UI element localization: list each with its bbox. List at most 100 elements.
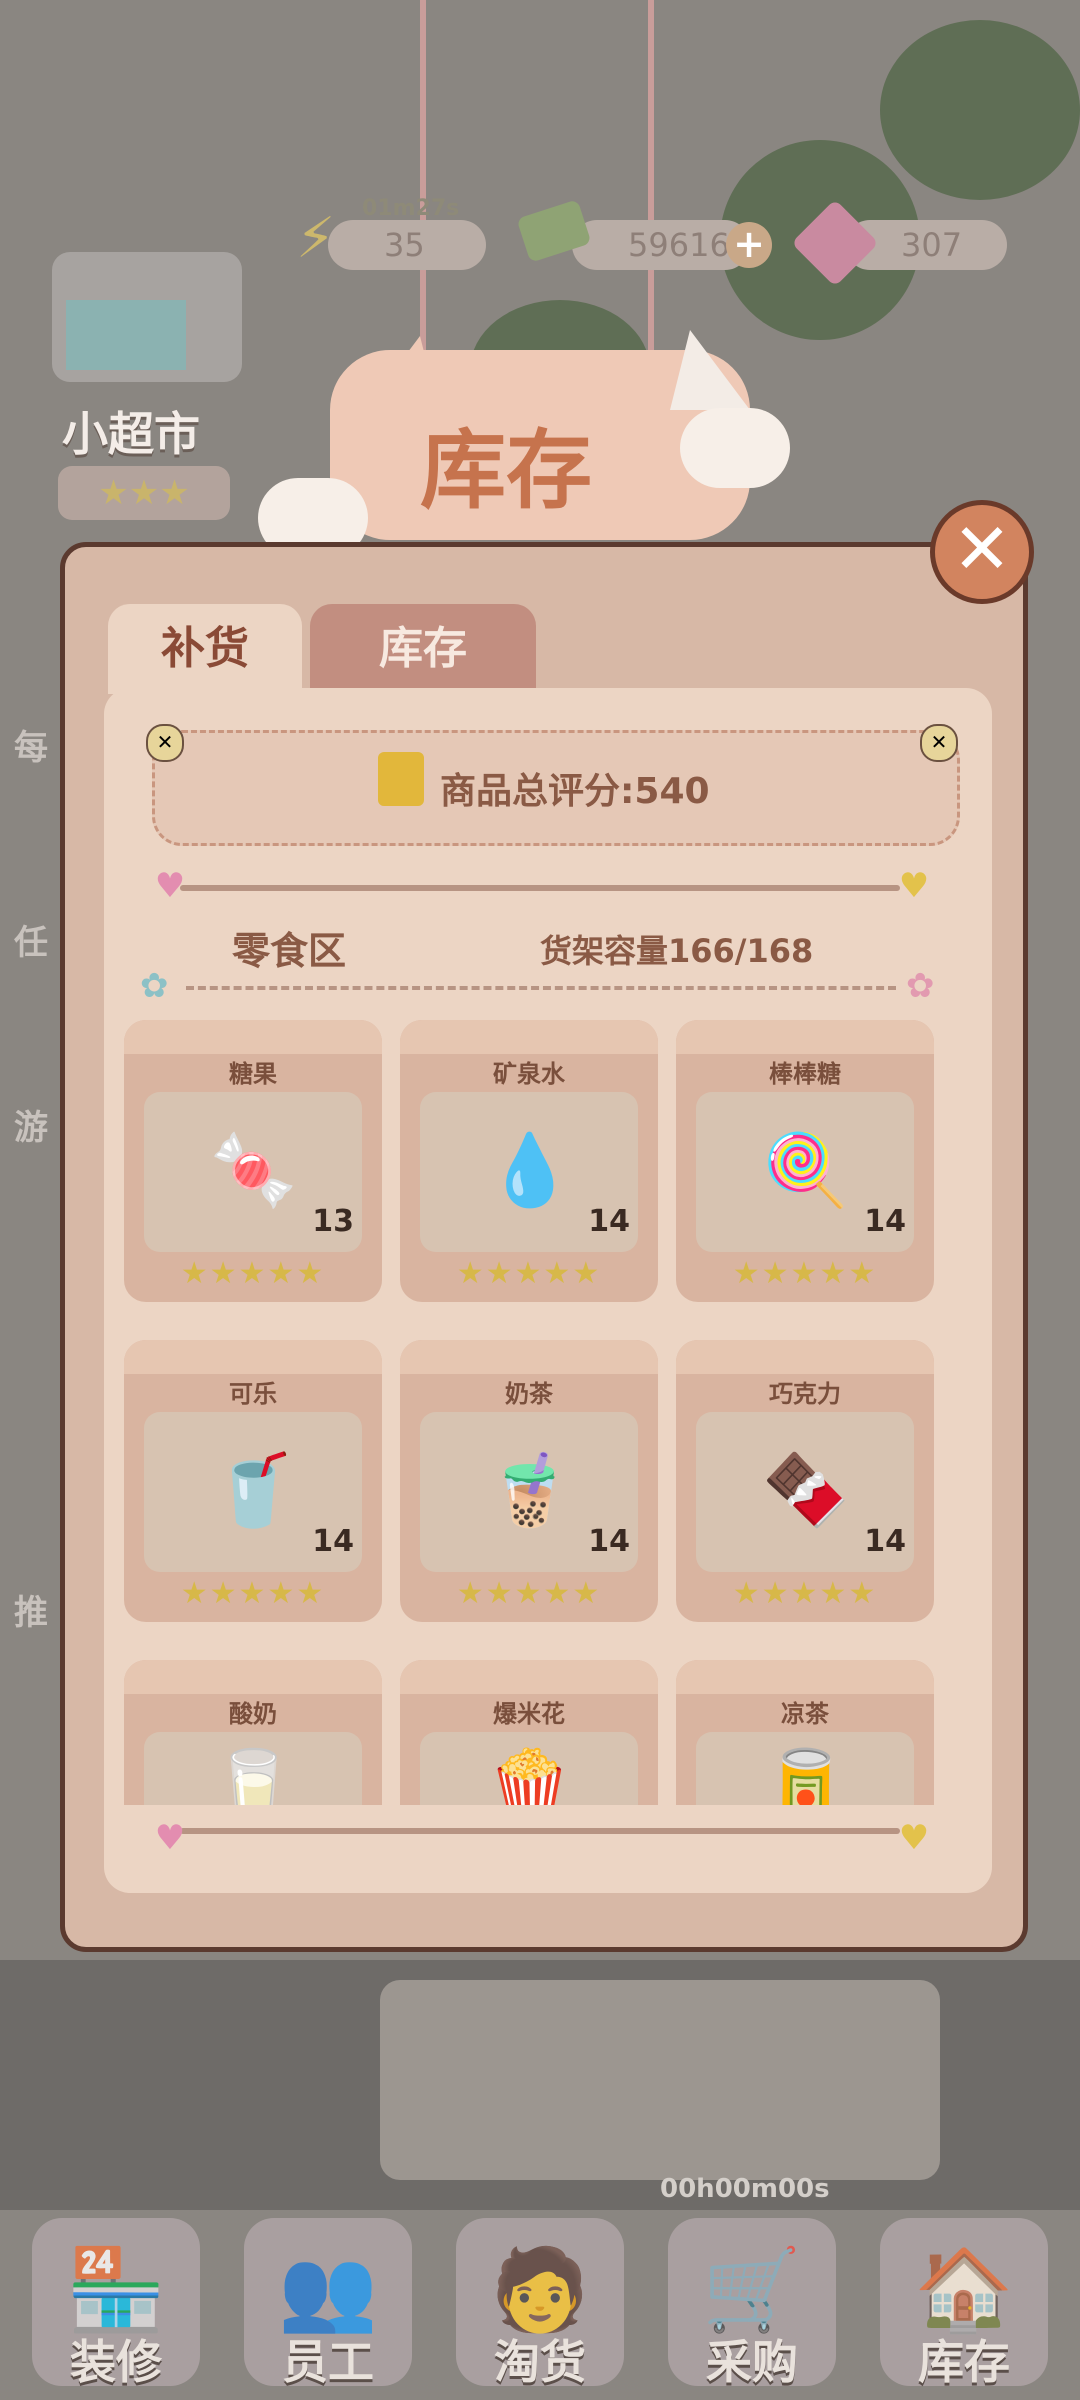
- card-awning: [400, 1340, 658, 1374]
- heart-icon: ♥: [898, 1818, 930, 1858]
- zone-name: 零食区: [232, 929, 347, 973]
- shopping-cart-icon: 🛒: [702, 2243, 802, 2336]
- energy-timer: 01m27s: [362, 196, 460, 221]
- nav-label: 装修: [70, 2335, 162, 2389]
- pin-icon: ✕: [920, 724, 958, 762]
- pin-icon: ✕: [146, 724, 184, 762]
- card-awning: [676, 1340, 934, 1374]
- card-awning: [124, 1340, 382, 1374]
- candy-icon: 🍬: [210, 1129, 298, 1211]
- item-stars: ★★★★★: [732, 1256, 878, 1291]
- item-name: 可乐: [229, 1380, 277, 1408]
- sourcing-icon: 🧑: [490, 2243, 590, 2336]
- item-count: 13: [312, 1204, 354, 1239]
- gems-value: 307: [901, 226, 963, 264]
- purchase-timer: 00h00m00s: [660, 2174, 830, 2204]
- background-building: [380, 1980, 940, 2180]
- item-name: 巧克力: [769, 1380, 841, 1408]
- nav-decorate-button[interactable]: 🏪 装修: [32, 2218, 200, 2389]
- milk-tea-icon: 🧋: [486, 1449, 574, 1531]
- card-awning: [400, 1660, 658, 1694]
- energy-counter: 35: [328, 220, 486, 270]
- divider-rail: [180, 885, 900, 891]
- side-hint[interactable]: 每: [14, 720, 48, 769]
- item-name: 奶茶: [505, 1380, 553, 1408]
- item-card[interactable]: 糖果 🍬 13 ★★★★★: [124, 1020, 382, 1302]
- tab-inventory[interactable]: 库存: [310, 604, 536, 694]
- energy-value: 35: [384, 226, 425, 264]
- decorate-icon: 🏪: [66, 2243, 166, 2336]
- store-stars: ★★★: [98, 473, 190, 513]
- nav-inventory-button[interactable]: 🏠 库存: [880, 2218, 1048, 2389]
- shopping-bag-icon: [378, 752, 424, 806]
- shelf-capacity: 货架容量166/168: [540, 932, 814, 970]
- store-name: 小超市: [62, 407, 200, 461]
- nav-sourcing-button[interactable]: 🧑 淘货: [456, 2218, 624, 2389]
- item-stars: ★★★★★: [180, 1576, 326, 1611]
- item-card[interactable]: 奶茶 🧋 14 ★★★★★: [400, 1340, 658, 1622]
- lollipop-icon: 🍭: [762, 1129, 850, 1211]
- background-tree: [880, 20, 1080, 200]
- warehouse-icon: 🏠: [914, 2243, 1014, 2336]
- item-card[interactable]: 凉茶 🥫: [676, 1660, 934, 1805]
- nav-label: 淘货: [494, 2335, 586, 2389]
- item-count: 14: [864, 1524, 906, 1559]
- nav-staff-button[interactable]: 👥 员工: [244, 2218, 412, 2389]
- card-awning: [124, 1660, 382, 1694]
- nav-label: 采购: [706, 2335, 798, 2389]
- popcorn-icon: 🍿: [486, 1745, 574, 1805]
- nav-label: 员工: [282, 2335, 374, 2389]
- card-awning: [676, 1660, 934, 1694]
- item-card[interactable]: 爆米花 🍿: [400, 1660, 658, 1805]
- cash-counter: 59616: [572, 220, 750, 270]
- card-awning: [400, 1020, 658, 1054]
- zone-divider: [186, 986, 896, 990]
- heart-icon: ♥: [898, 866, 930, 906]
- item-name: 矿泉水: [493, 1060, 565, 1088]
- lightning-icon: ⚡: [296, 206, 336, 271]
- chocolate-icon: 🍫: [762, 1449, 850, 1531]
- item-stars: ★★★★★: [180, 1256, 326, 1291]
- item-name: 糖果: [229, 1060, 277, 1088]
- tab-restock[interactable]: 补货: [108, 604, 302, 694]
- item-card[interactable]: 可乐 🥤 14 ★★★★★: [124, 1340, 382, 1622]
- nav-label: 库存: [918, 2335, 1010, 2389]
- item-card[interactable]: 酸奶 🥛: [124, 1660, 382, 1805]
- item-count: 14: [864, 1204, 906, 1239]
- side-hint[interactable]: 任: [14, 915, 48, 964]
- card-awning: [124, 1020, 382, 1054]
- total-score: 商品总评分:540: [440, 771, 710, 812]
- side-hint[interactable]: 推: [14, 1585, 48, 1634]
- item-stars: ★★★★★: [456, 1256, 602, 1291]
- item-name: 凉茶: [781, 1700, 829, 1728]
- yogurt-icon: 🥛: [210, 1745, 298, 1805]
- heart-icon: ♥: [154, 1818, 186, 1858]
- flower-icon: ✿: [140, 966, 169, 1006]
- item-name: 酸奶: [229, 1700, 277, 1728]
- side-hint[interactable]: 游: [14, 1100, 48, 1149]
- nav-purchase-button[interactable]: 🛒 采购: [668, 2218, 836, 2389]
- heart-icon: ♥: [154, 866, 186, 906]
- divider-rail: [180, 1828, 900, 1834]
- add-cash-button[interactable]: +: [726, 222, 772, 268]
- item-count: 14: [588, 1524, 630, 1559]
- water-bottle-icon: 💧: [486, 1129, 574, 1211]
- cola-bottle-icon: 🥤: [210, 1449, 298, 1531]
- close-button[interactable]: ✕: [930, 500, 1034, 604]
- item-count: 14: [588, 1204, 630, 1239]
- staff-icon: 👥: [278, 2243, 378, 2336]
- item-card[interactable]: 巧克力 🍫 14 ★★★★★: [676, 1340, 934, 1622]
- panel-title: 库存: [420, 421, 592, 521]
- item-count: 14: [312, 1524, 354, 1559]
- item-stars: ★★★★★: [732, 1576, 878, 1611]
- item-card[interactable]: 矿泉水 💧 14 ★★★★★: [400, 1020, 658, 1302]
- item-name: 棒棒糖: [769, 1060, 841, 1088]
- cat-ear-right: [670, 330, 750, 410]
- item-card[interactable]: 棒棒糖 🍭 14 ★★★★★: [676, 1020, 934, 1302]
- close-icon: ✕: [952, 508, 1012, 590]
- flower-icon: ✿: [906, 966, 935, 1006]
- store-rating: ★★★: [58, 466, 230, 520]
- cat-paw-right: [680, 408, 790, 488]
- item-grid: 糖果 🍬 13 ★★★★★ 矿泉水 💧 14 ★★★★★ 棒棒糖 🍭 14 ★★…: [116, 1020, 956, 1805]
- card-awning: [676, 1020, 934, 1054]
